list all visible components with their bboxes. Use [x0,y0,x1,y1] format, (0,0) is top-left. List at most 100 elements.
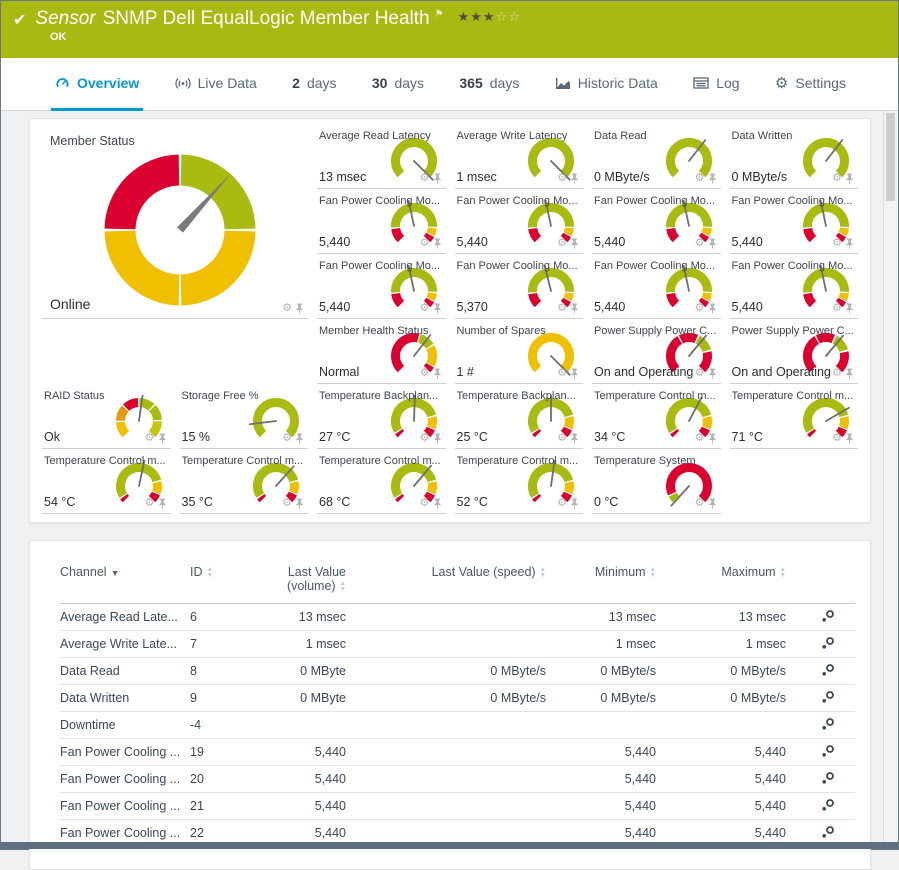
channel-settings-icon[interactable] [821,771,835,785]
column-header-channel[interactable]: Channel▼ [60,559,190,604]
gear-icon[interactable]: ⚙ [420,433,430,444]
pin-icon[interactable] [570,433,579,444]
channel-settings-cell[interactable] [800,793,855,820]
channel-name[interactable]: Average Write Late... [60,631,190,658]
channel-settings-icon[interactable] [821,744,835,758]
gear-icon[interactable]: ⚙ [145,498,155,509]
pin-icon[interactable] [295,498,304,509]
channel-name[interactable]: Average Read Late... [60,604,190,631]
pin-icon[interactable] [708,368,717,379]
channel-settings-cell[interactable] [800,631,855,658]
gear-icon[interactable]: ⚙ [832,173,842,184]
tab-historic-data[interactable]: Historic Data [551,58,662,111]
channel-settings-icon[interactable] [821,825,835,839]
channel-settings-cell[interactable] [800,604,855,631]
tab-live-data[interactable]: Live Data [171,58,261,111]
gear-icon[interactable]: ⚙ [282,498,292,509]
channel-settings-cell[interactable] [800,712,855,739]
gear-icon[interactable]: ⚙ [420,498,430,509]
vertical-scrollbar[interactable] [883,111,897,842]
pin-icon[interactable] [570,368,579,379]
pin-icon[interactable] [845,173,854,184]
tab-365-days[interactable]: 365days [455,58,523,111]
tab-30-days[interactable]: 30days [368,58,428,111]
column-header-id[interactable]: ID▲▼ [190,559,260,604]
channel-settings-cell[interactable] [800,658,855,685]
gear-icon[interactable]: ⚙ [695,368,705,379]
pin-icon[interactable] [158,498,167,509]
tab-log[interactable]: Log [689,58,743,111]
pin-icon[interactable] [708,303,717,314]
channel-settings-icon[interactable] [821,609,835,623]
gear-icon[interactable]: ⚙ [557,173,567,184]
gear-icon[interactable]: ⚙ [420,368,430,379]
pin-icon[interactable] [845,368,854,379]
pin-icon[interactable] [708,238,717,249]
pin-icon[interactable] [845,238,854,249]
channel-name[interactable]: Data Read [60,658,190,685]
pin-icon[interactable] [433,303,442,314]
pin-icon[interactable] [845,433,854,444]
channel-settings-icon[interactable] [821,690,835,704]
pin-icon[interactable] [708,173,717,184]
gear-icon[interactable]: ⚙ [832,368,842,379]
column-header-maximum[interactable]: Maximum▲▼ [670,559,800,604]
pin-icon[interactable] [295,433,304,444]
gear-icon[interactable]: ⚙ [557,498,567,509]
gear-icon[interactable]: ⚙ [557,238,567,249]
pin-icon[interactable] [845,303,854,314]
gear-icon[interactable]: ⚙ [695,238,705,249]
channel-settings-icon[interactable] [821,798,835,812]
pin-icon[interactable] [433,498,442,509]
gear-icon[interactable]: ⚙ [145,433,155,444]
channel-name[interactable]: Fan Power Cooling ... [60,766,190,793]
pin-icon[interactable] [433,368,442,379]
channel-settings-icon[interactable] [821,663,835,677]
gauge-value: 0 MByte/s [594,170,650,184]
gear-icon[interactable]: ⚙ [282,433,292,444]
channel-settings-icon[interactable] [821,717,835,731]
channel-settings-icon[interactable] [821,636,835,650]
gear-icon[interactable]: ⚙ [695,433,705,444]
pin-icon[interactable] [433,433,442,444]
pin-icon[interactable] [708,498,717,509]
pin-icon[interactable] [570,498,579,509]
scrollbar-thumb[interactable] [886,113,895,201]
gear-icon[interactable]: ⚙ [557,368,567,379]
gear-icon[interactable]: ⚙ [695,173,705,184]
gear-icon[interactable]: ⚙ [420,173,430,184]
tab-settings[interactable]: ⚙Settings [771,58,850,111]
tab-2-days[interactable]: 2days [288,58,340,111]
channel-settings-cell[interactable] [800,685,855,712]
column-header-last-value-speed-[interactable]: Last Value (speed)▲▼ [360,559,560,604]
pin-icon[interactable] [433,173,442,184]
gear-icon[interactable]: ⚙ [832,238,842,249]
gear-icon[interactable]: ⚙ [695,498,705,509]
gear-icon[interactable]: ⚙ [832,303,842,314]
gear-icon[interactable]: ⚙ [695,303,705,314]
column-header-last-value-volume-[interactable]: Last Value (volume)▲▼ [260,559,360,604]
channel-name[interactable]: Fan Power Cooling ... [60,793,190,820]
channel-settings-cell[interactable] [800,766,855,793]
pin-icon[interactable] [708,433,717,444]
channel-name[interactable]: Data Written [60,685,190,712]
channel-settings-cell[interactable] [800,739,855,766]
flag-icon[interactable]: ⚑ [435,9,444,20]
gear-icon[interactable]: ⚙ [557,433,567,444]
channel-name[interactable]: Fan Power Cooling ... [60,739,190,766]
tab-overview[interactable]: Overview [51,58,143,111]
channel-name[interactable]: Downtime [60,712,190,739]
gear-icon[interactable]: ⚙ [420,238,430,249]
pin-icon[interactable] [433,238,442,249]
pin-icon[interactable] [570,303,579,314]
pin-icon[interactable] [570,238,579,249]
gear-icon[interactable]: ⚙ [557,303,567,314]
column-header-minimum[interactable]: Minimum▲▼ [560,559,670,604]
priority-stars[interactable]: ★★★☆☆ [458,9,521,25]
gear-icon[interactable]: ⚙ [420,303,430,314]
pin-icon[interactable] [158,433,167,444]
gear-icon[interactable]: ⚙ [282,303,292,314]
pin-icon[interactable] [570,173,579,184]
pin-icon[interactable] [295,303,304,314]
gear-icon[interactable]: ⚙ [832,433,842,444]
